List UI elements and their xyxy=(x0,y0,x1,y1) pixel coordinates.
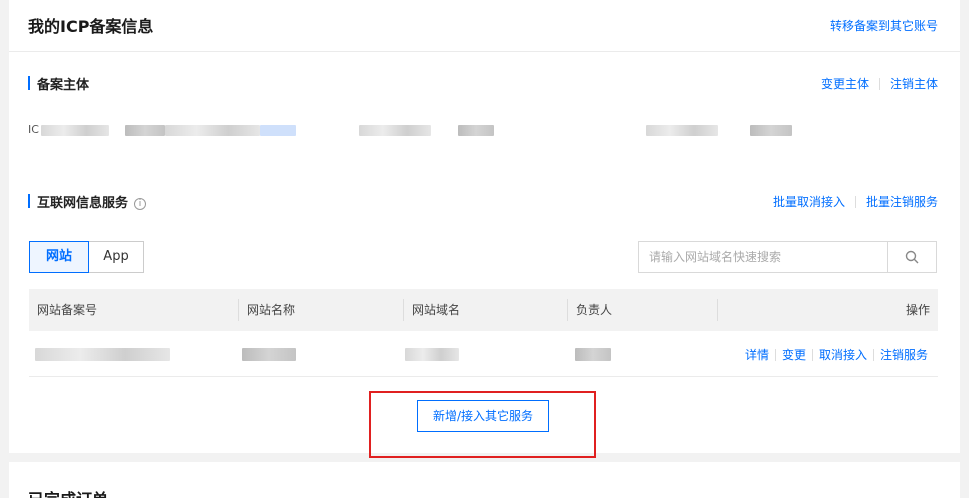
transfer-filing-link[interactable]: 转移备案到其它账号 xyxy=(830,17,938,34)
column-header-actions: 操作 xyxy=(905,303,930,317)
redacted-cell xyxy=(575,348,611,361)
table-header: 网站备案号 网站名称 网站域名 负责人 操作 xyxy=(29,289,938,331)
subject-row-prefix: IC xyxy=(28,123,39,136)
subject-section-title: 备案主体 xyxy=(28,74,89,93)
cancel-service-link[interactable]: 注销服务 xyxy=(880,346,928,363)
icp-info-card: 我的ICP备案信息 转移备案到其它账号 备案主体 变更主体 注销主体 IC 互联… xyxy=(9,0,960,453)
divider xyxy=(872,348,874,361)
search-button[interactable] xyxy=(887,242,936,272)
change-subject-link[interactable]: 变更主体 xyxy=(821,75,869,92)
divider xyxy=(774,348,776,361)
divider xyxy=(878,77,880,90)
batch-cancel-service-link[interactable]: 批量注销服务 xyxy=(866,193,938,210)
service-type-tabs: 网站 App xyxy=(29,241,144,273)
column-header-site-name: 网站名称 xyxy=(247,303,296,317)
redacted-text xyxy=(646,125,718,136)
column-header-domain: 网站域名 xyxy=(412,303,461,317)
redacted-text xyxy=(458,125,494,136)
page-header: 我的ICP备案信息 转移备案到其它账号 xyxy=(9,0,960,52)
redacted-cell xyxy=(35,348,170,361)
search-icon xyxy=(905,250,919,264)
redacted-cell xyxy=(405,348,459,361)
cancel-access-link[interactable]: 取消接入 xyxy=(819,346,867,363)
cancel-subject-link[interactable]: 注销主体 xyxy=(890,75,938,92)
column-divider xyxy=(717,299,718,321)
divider xyxy=(854,195,856,208)
batch-cancel-access-link[interactable]: 批量取消接入 xyxy=(773,193,845,210)
website-table: 网站备案号 网站名称 网站域名 负责人 操作 详情 变更 取消接入 注销服务 xyxy=(29,289,938,377)
highlight-box xyxy=(369,391,596,458)
tab-website[interactable]: 网站 xyxy=(29,241,89,273)
service-section-title: 互联网信息服务 i xyxy=(28,192,147,211)
divider xyxy=(811,348,813,361)
redacted-text xyxy=(359,125,431,136)
info-circle-icon[interactable]: i xyxy=(134,198,147,210)
redacted-text xyxy=(125,125,165,136)
tab-app[interactable]: App xyxy=(89,241,144,273)
redacted-text xyxy=(41,125,109,136)
page-title: 我的ICP备案信息 xyxy=(28,17,154,36)
service-actions: 批量取消接入 批量注销服务 xyxy=(773,193,938,210)
subject-actions: 变更主体 注销主体 xyxy=(821,75,938,92)
completed-orders-card: 已完成订单 xyxy=(9,462,960,498)
change-link[interactable]: 变更 xyxy=(782,346,806,363)
row-actions: 详情 变更 取消接入 注销服务 xyxy=(745,346,928,363)
column-header-filing-number: 网站备案号 xyxy=(37,303,98,317)
domain-search-input[interactable] xyxy=(639,242,887,272)
domain-search-box xyxy=(638,241,937,273)
redacted-text xyxy=(165,125,260,136)
redacted-cell xyxy=(242,348,296,361)
redacted-text xyxy=(260,125,296,136)
service-section-label: 互联网信息服务 xyxy=(37,196,129,211)
redacted-text xyxy=(750,125,792,136)
completed-orders-title: 已完成订单 xyxy=(28,486,108,498)
detail-link[interactable]: 详情 xyxy=(745,346,769,363)
table-row: 详情 变更 取消接入 注销服务 xyxy=(29,331,938,377)
column-header-owner: 负责人 xyxy=(576,303,613,317)
